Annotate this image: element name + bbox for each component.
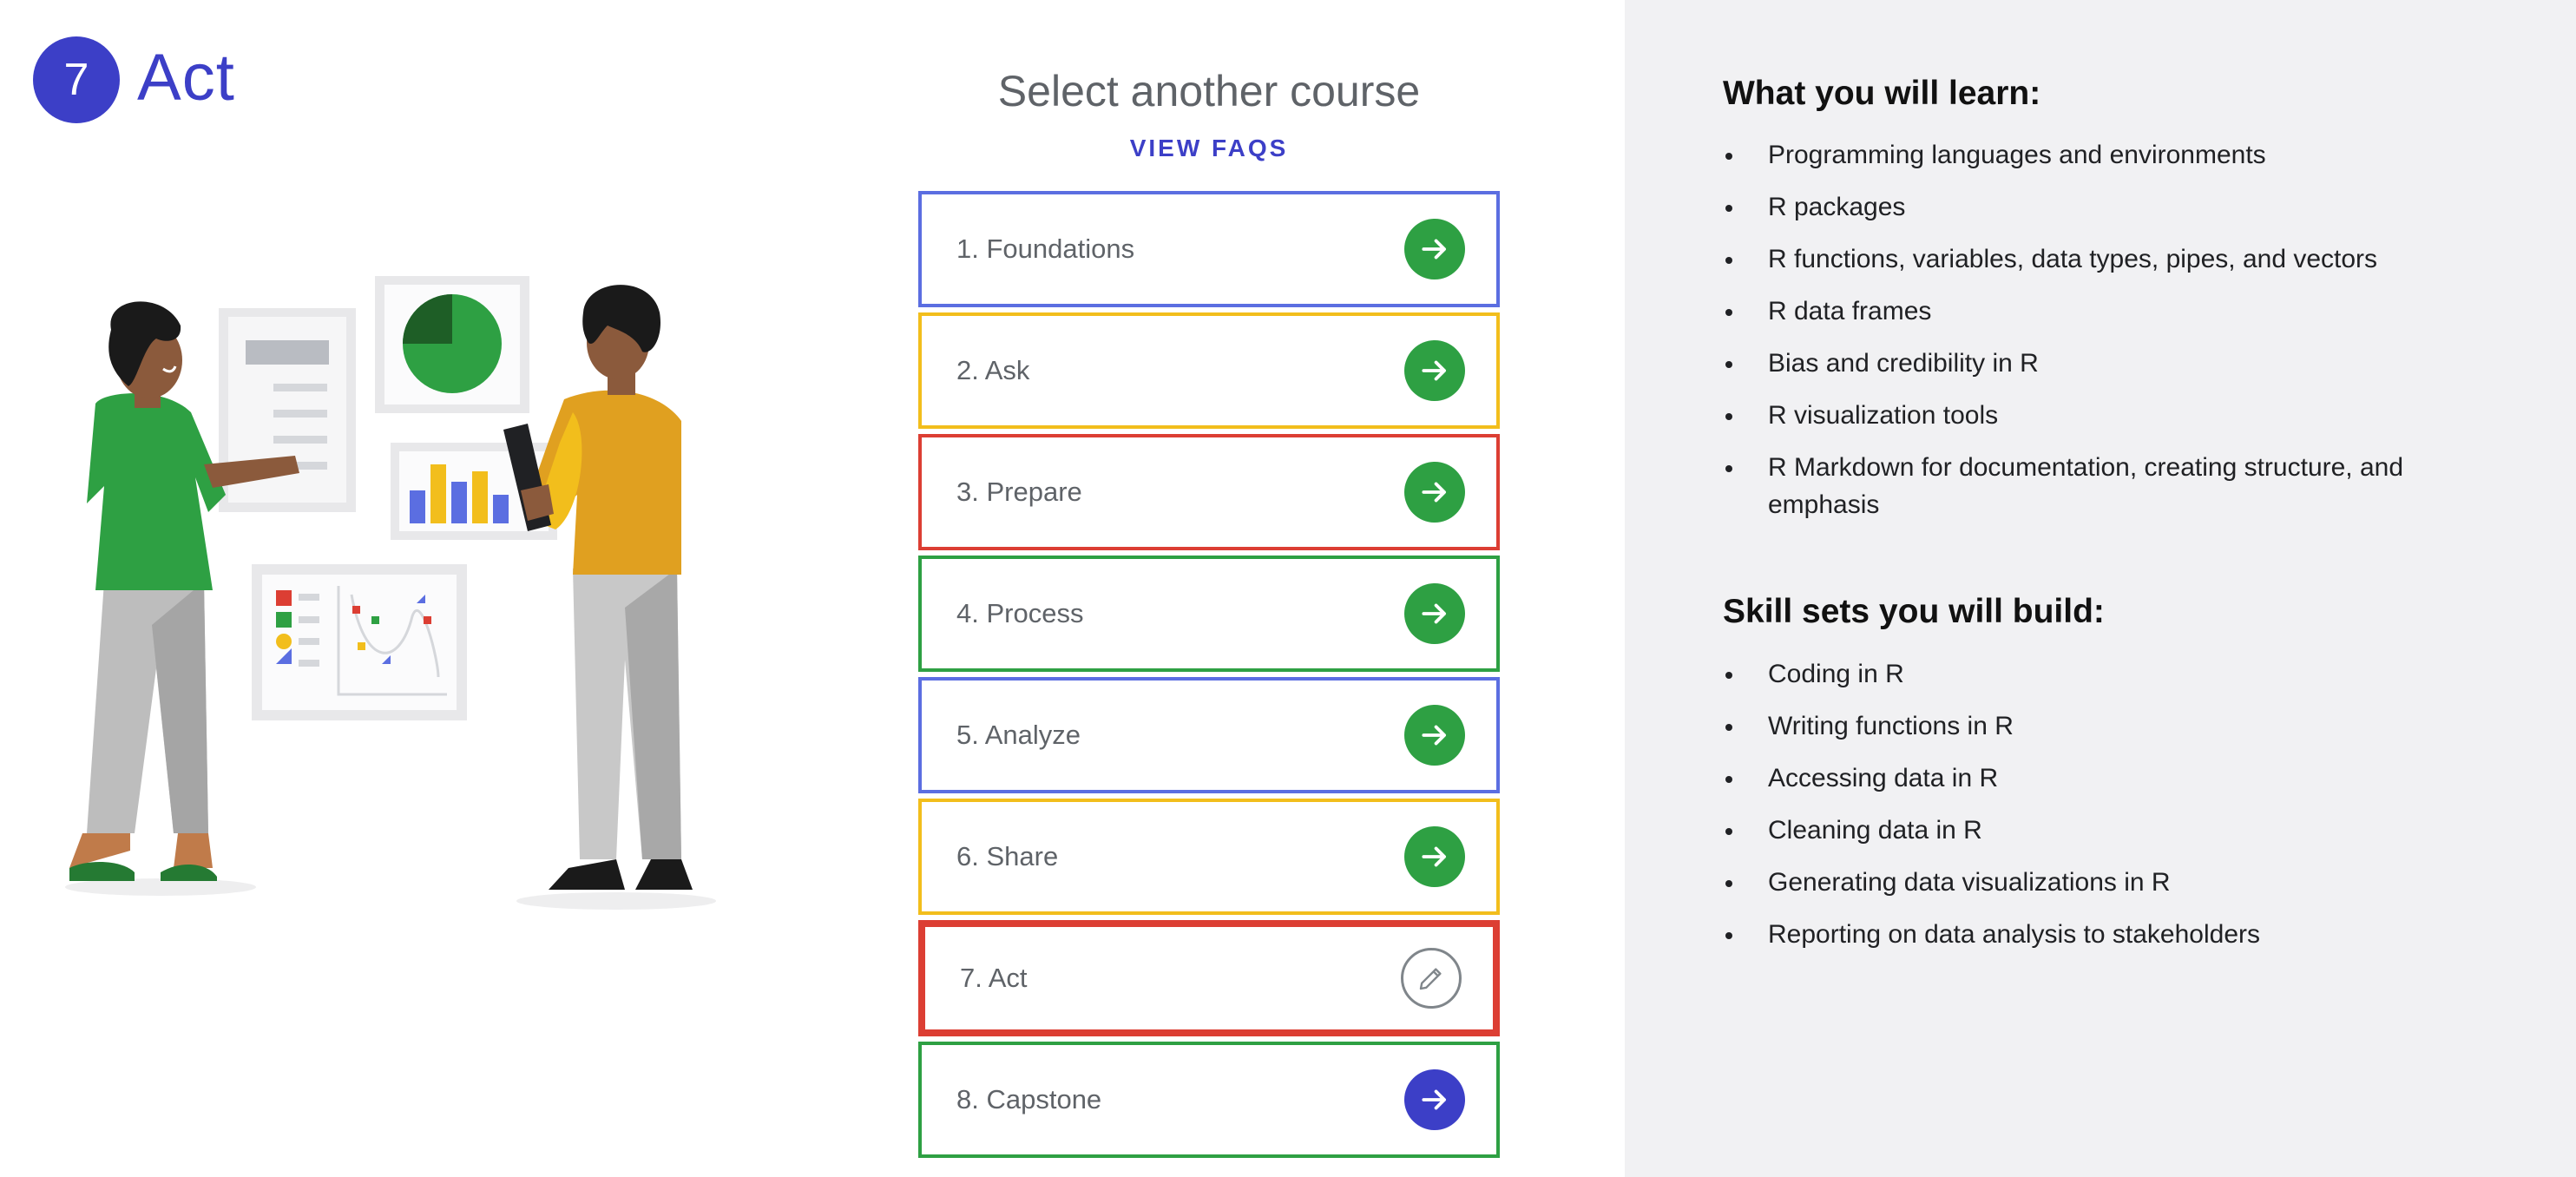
open-course-button[interactable]: [1404, 705, 1465, 766]
arrow-right-icon: [1422, 603, 1446, 624]
course-card[interactable]: 2. Ask: [918, 312, 1500, 429]
page-title: Act: [137, 41, 235, 115]
open-course-button[interactable]: [1404, 826, 1465, 887]
course-selector-title: Select another course: [997, 67, 1421, 115]
open-course-button[interactable]: [1404, 219, 1465, 279]
arrow-right-icon: [1422, 846, 1446, 867]
list-item: R functions, variables, data types, pipe…: [1723, 240, 2504, 278]
course-card[interactable]: 7. Act: [918, 920, 1500, 1036]
team-illustration: [65, 276, 716, 910]
course-label: 7. Act: [960, 963, 1028, 993]
arrow-right-icon: [1422, 360, 1446, 381]
course-card[interactable]: 6. Share: [918, 799, 1500, 915]
skills-list: Coding in R Writing functions in R Accessi…: [1723, 655, 2504, 968]
list-item: R visualization tools: [1723, 397, 2504, 434]
list-item: Accessing data in R: [1723, 759, 2504, 797]
open-course-button[interactable]: [1404, 340, 1465, 401]
course-details-panel: What you will learn: Programming languag…: [1625, 0, 2576, 1177]
list-item: Generating data visualizations in R: [1723, 864, 2504, 901]
open-course-button[interactable]: [1404, 583, 1465, 644]
list-item: Cleaning data in R: [1723, 812, 2504, 849]
arrow-right-icon: [1422, 482, 1446, 503]
list-item: R Markdown for documentation, creating s…: [1723, 449, 2504, 523]
list-item: Writing functions in R: [1723, 707, 2504, 745]
course-number-badge: 7: [33, 36, 120, 123]
learn-list: Programming languages and environments R …: [1723, 136, 2504, 538]
list-item: R packages: [1723, 188, 2504, 226]
pencil-icon: [1419, 968, 1442, 990]
learn-heading: What you will learn:: [1723, 75, 2041, 112]
open-course-button[interactable]: [1404, 462, 1465, 523]
course-label: 1. Foundations: [956, 233, 1135, 264]
list-item: Coding in R: [1723, 655, 2504, 693]
course-label: 4. Process: [956, 598, 1084, 628]
course-card[interactable]: 5. Analyze: [918, 677, 1500, 793]
course-card[interactable]: 1. Foundations: [918, 191, 1500, 307]
list-item: R data frames: [1723, 293, 2504, 330]
arrow-right-icon: [1422, 725, 1446, 746]
course-card[interactable]: 3. Prepare: [918, 434, 1500, 550]
course-card[interactable]: 4. Process: [918, 556, 1500, 672]
arrow-right-icon: [1422, 1089, 1446, 1110]
open-course-button[interactable]: [1404, 1069, 1465, 1130]
course-label: 6. Share: [956, 841, 1059, 871]
course-label: 2. Ask: [956, 355, 1030, 385]
list-item: Reporting on data analysis to stakeholde…: [1723, 916, 2504, 953]
list-item: Programming languages and environments: [1723, 136, 2504, 174]
course-label: 3. Prepare: [956, 477, 1082, 507]
arrow-right-icon: [1422, 239, 1446, 260]
skills-heading: Skill sets you will build:: [1723, 593, 2105, 630]
view-faqs-link[interactable]: VIEW FAQS: [918, 135, 1500, 162]
list-item: Bias and credibility in R: [1723, 345, 2504, 382]
edit-course-button[interactable]: [1401, 948, 1462, 1009]
course-card[interactable]: 8. Capstone: [918, 1042, 1500, 1158]
course-label: 8. Capstone: [956, 1084, 1102, 1115]
course-label: 5. Analyze: [956, 720, 1081, 750]
